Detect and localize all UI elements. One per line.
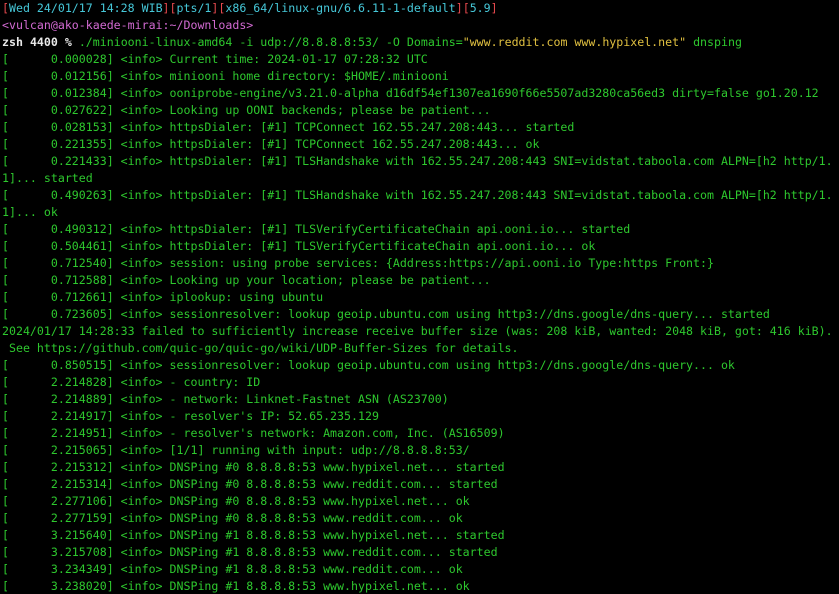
command-string-arg: "www.reddit.com www.hypixel.net" bbox=[462, 35, 687, 49]
output-line: [ 3.215708] <info> DNSPing #1 8.8.8.8:53… bbox=[2, 545, 498, 559]
prompt-shell: zsh bbox=[2, 35, 23, 49]
output-line: 1]... ok bbox=[2, 205, 58, 219]
output-line: See https://github.com/quic-go/quic-go/w… bbox=[2, 341, 519, 355]
output-line: [ 0.221355] <info> httpsDialer: [#1] TCP… bbox=[2, 137, 540, 151]
status-load: 5.9 bbox=[469, 1, 491, 15]
output-line: [ 0.490263] <info> httpsDialer: [#1] TLS… bbox=[2, 188, 833, 202]
prompt-location: <vulcan@ako-kaede-mirai:~/Downloads> bbox=[2, 18, 254, 32]
output-line: [ 2.214917] <info> - resolver's IP: 52.6… bbox=[2, 409, 379, 423]
terminal-output: [ 0.000028] <info> Current time: 2024-01… bbox=[2, 51, 839, 594]
output-line: [ 2.277159] <info> DNSPing #0 8.8.8.8:53… bbox=[2, 511, 463, 525]
output-line: [ 0.490312] <info> httpsDialer: [#1] TLS… bbox=[2, 222, 631, 236]
output-line: [ 2.215314] <info> DNSPing #0 8.8.8.8:53… bbox=[2, 477, 498, 491]
output-line: [ 0.012156] <info> miniooni home directo… bbox=[2, 69, 449, 83]
output-line: [ 0.000028] <info> Current time: 2024-01… bbox=[2, 52, 428, 66]
output-line: [ 2.277106] <info> DNSPing #0 8.8.8.8:53… bbox=[2, 494, 470, 508]
output-line: [ 2.214889] <info> - network: Linknet-Fa… bbox=[2, 392, 449, 406]
output-line: 1]... started bbox=[2, 171, 93, 185]
status-kernel: x86_64/linux-gnu/6.6.11-1-default bbox=[225, 1, 456, 15]
output-line: [ 0.504461] <info> httpsDialer: [#1] TLS… bbox=[2, 239, 596, 253]
output-line: [ 3.215640] <info> DNSPing #1 8.8.8.8:53… bbox=[2, 528, 505, 542]
status-pts: pts/1 bbox=[176, 1, 212, 15]
command-text: ./miniooni-linux-amd64 -i udp://8.8.8.8:… bbox=[78, 35, 463, 49]
prompt-history-number: 4400 bbox=[29, 35, 58, 49]
terminal-window[interactable]: [Wed 24/01/17 14:28 WIB][pts/1][x86_64/l… bbox=[0, 0, 839, 594]
output-line: [ 0.712588] <info> Looking up your locat… bbox=[2, 273, 491, 287]
output-line: [ 2.215312] <info> DNSPing #0 8.8.8.8:53… bbox=[2, 460, 505, 474]
output-line: [ 0.850515] <info> sessionresolver: look… bbox=[2, 358, 735, 372]
output-line: [ 0.221433] <info> httpsDialer: [#1] TLS… bbox=[2, 154, 833, 168]
output-line: 2024/01/17 14:28:33 failed to sufficient… bbox=[2, 324, 833, 338]
command-line[interactable]: zsh 4400 % ./miniooni-linux-amd64 -i udp… bbox=[2, 34, 839, 51]
output-line: [ 0.012384] <info> ooniprobe-engine/v3.2… bbox=[2, 86, 819, 100]
output-line: [ 3.238020] <info> DNSPing #1 8.8.8.8:53… bbox=[2, 579, 470, 593]
prompt-symbol: % bbox=[64, 35, 72, 49]
output-line: [ 0.723605] <info> sessionresolver: look… bbox=[2, 307, 770, 321]
output-line: [ 3.234349] <info> DNSPing #1 8.8.8.8:53… bbox=[2, 562, 463, 576]
status-bar: [Wed 24/01/17 14:28 WIB][pts/1][x86_64/l… bbox=[2, 1, 498, 15]
command-tail: dnsping bbox=[686, 35, 742, 49]
status-datetime: Wed 24/01/17 14:28 WIB bbox=[8, 1, 163, 15]
output-line: [ 0.712661] <info> iplookup: using ubunt… bbox=[2, 290, 324, 304]
output-line: [ 0.712540] <info> session: using probe … bbox=[2, 256, 714, 270]
output-line: [ 2.215065] <info> [1/1] running with in… bbox=[2, 443, 470, 457]
output-line: [ 2.214828] <info> - country: ID bbox=[2, 375, 261, 389]
output-line: [ 2.214951] <info> - resolver's network:… bbox=[2, 426, 505, 440]
output-line: [ 0.028153] <info> httpsDialer: [#1] TCP… bbox=[2, 120, 575, 134]
output-line: [ 0.027622] <info> Looking up OONI backe… bbox=[2, 103, 491, 117]
